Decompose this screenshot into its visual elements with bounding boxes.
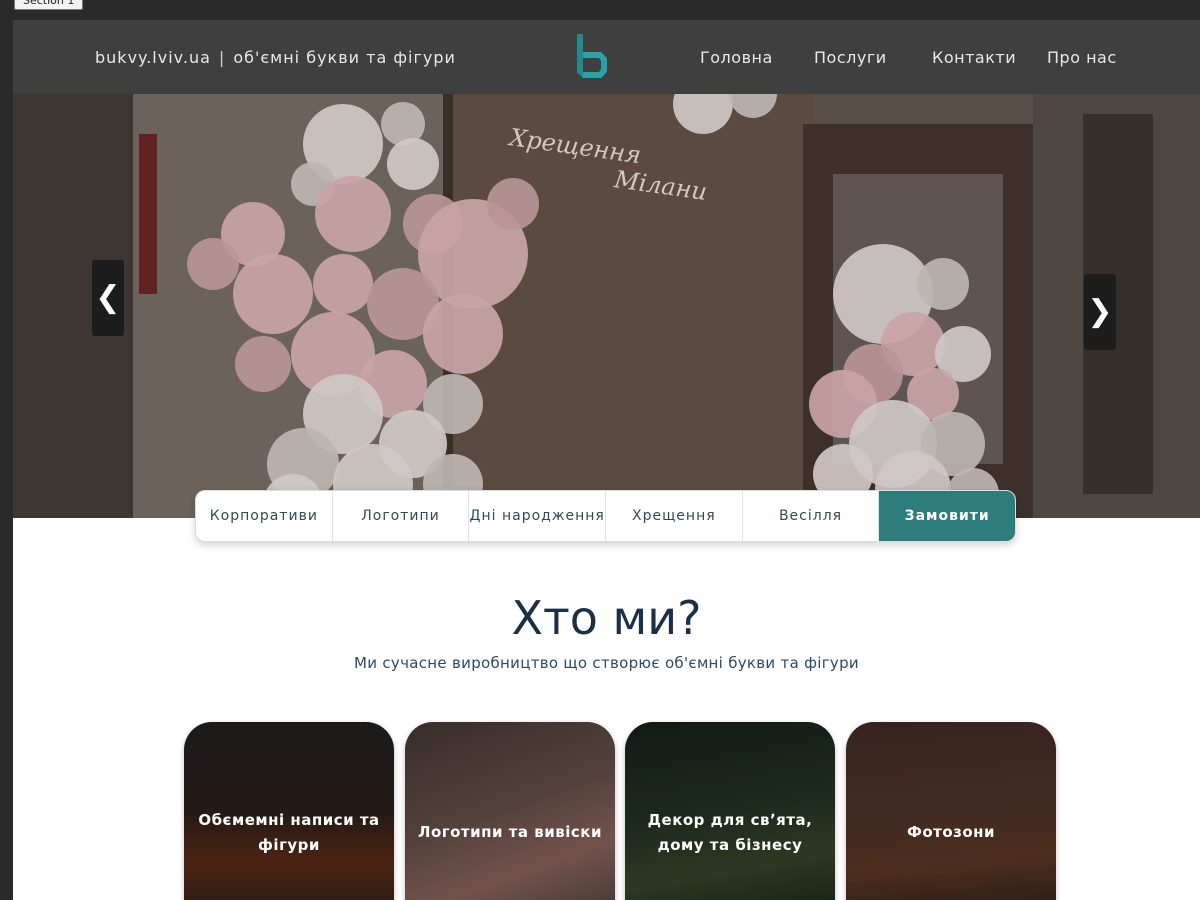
nav-contacts[interactable]: Контакти xyxy=(932,48,1016,67)
card-overlay xyxy=(405,722,615,900)
section-title: Хто ми? xyxy=(511,591,702,645)
nav-home[interactable]: Головна xyxy=(700,48,773,67)
balloon xyxy=(387,138,439,190)
card-title: Логотипи та вивіски xyxy=(418,823,602,841)
main-nav: Головна Послуги Контакти Про нас xyxy=(13,48,1200,70)
category-corporate[interactable]: Корпоративи xyxy=(196,491,333,541)
nav-about[interactable]: Про нас xyxy=(1047,48,1117,67)
card-overlay xyxy=(846,722,1056,900)
balloon xyxy=(487,178,539,230)
card-title: Фотозони xyxy=(906,823,996,841)
nav-services[interactable]: Послуги xyxy=(814,48,887,67)
section-subtitle: Ми сучасне виробництво що створює об'ємн… xyxy=(354,654,859,672)
service-card-lettering[interactable]: Обємемні написи та фігури xyxy=(184,722,394,900)
balloon xyxy=(423,294,503,374)
balloon xyxy=(235,336,291,392)
card-title: Обємемні написи та фігури xyxy=(198,811,380,854)
order-button[interactable]: Замовити xyxy=(879,491,1015,541)
category-logos[interactable]: Логотипи xyxy=(333,491,470,541)
page: bukvy.lviv.ua | об'ємні букви та фігури Го… xyxy=(13,20,1200,900)
balloon xyxy=(187,238,239,290)
service-card-photozones[interactable]: Фотозони xyxy=(846,722,1056,900)
category-christening[interactable]: Хрещення xyxy=(606,491,743,541)
hero-photo: Хрещення Мілани xyxy=(13,94,1200,518)
site-header: bukvy.lviv.ua | об'ємні букви та фігури Го… xyxy=(13,20,1200,94)
hero-slider: Хрещення Мілани ❮ ❯ xyxy=(13,94,1200,518)
balloon xyxy=(917,258,969,310)
frame-tab: Section 1 xyxy=(14,0,84,10)
card-title: Декор для свʼята, дому та бізнесу xyxy=(647,811,813,854)
chevron-left-icon[interactable]: ❮ xyxy=(92,260,124,336)
category-birthdays[interactable]: Дні народження xyxy=(469,491,607,541)
balloon xyxy=(313,254,373,314)
balloon xyxy=(233,254,313,334)
service-card-logos[interactable]: Логотипи та вивіски xyxy=(405,722,615,900)
category-weddings[interactable]: Весілля xyxy=(743,491,880,541)
service-card-decor[interactable]: Декор для свʼята, дому та бізнесу xyxy=(625,722,835,900)
chevron-right-icon[interactable]: ❯ xyxy=(1084,274,1116,350)
balloon xyxy=(315,176,391,252)
category-bar: Корпоративи Логотипи Дні народження Хрещ… xyxy=(195,490,1016,542)
